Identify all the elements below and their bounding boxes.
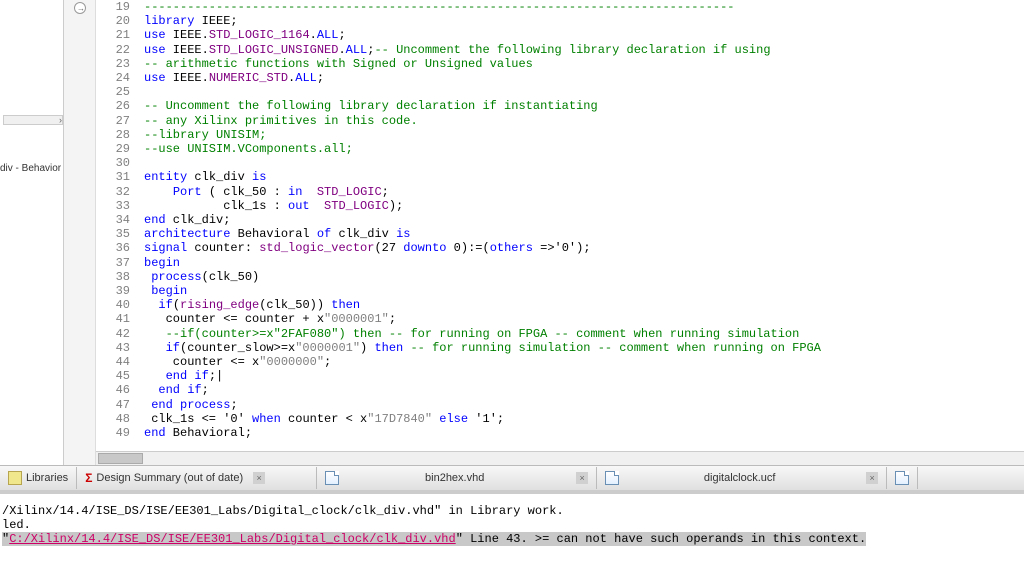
- scrollbar-thumb[interactable]: [98, 453, 143, 464]
- tab-design-summary[interactable]: Σ Design Summary (out of date) ×: [77, 467, 317, 489]
- document-tabs: Libraries Σ Design Summary (out of date)…: [0, 465, 1024, 490]
- panel-expand-button[interactable]: ›: [3, 115, 63, 125]
- tab-libraries[interactable]: Libraries: [0, 467, 77, 489]
- console-line: led.: [2, 518, 1022, 532]
- sigma-icon: Σ: [85, 471, 92, 485]
- document-icon: [895, 471, 909, 485]
- close-icon[interactable]: ×: [576, 472, 588, 484]
- code-editor[interactable]: → 19------------------------------------…: [64, 0, 1024, 465]
- console-error-line: "C:/Xilinx/14.4/ISE_DS/ISE/EE301_Labs/Di…: [2, 532, 1022, 546]
- tab-current-file[interactable]: [887, 467, 918, 489]
- tab-label: bin2hex.vhd: [343, 472, 566, 484]
- tab-label: Libraries: [26, 472, 68, 484]
- console-line: /Xilinx/14.4/ISE_DS/ISE/EE301_Labs/Digit…: [2, 504, 1022, 518]
- tab-bin2hex[interactable]: bin2hex.vhd ×: [317, 467, 597, 489]
- arrow-icon: →: [77, 4, 85, 13]
- editor-margin: →: [64, 0, 96, 465]
- error-file-link[interactable]: C:/Xilinx/14.4/ISE_DS/ISE/EE301_Labs/Dig…: [9, 532, 455, 546]
- document-icon: [605, 471, 619, 485]
- code-content[interactable]: 19--------------------------------------…: [96, 0, 1024, 440]
- document-icon: [325, 471, 339, 485]
- horizontal-scrollbar[interactable]: [96, 451, 1024, 465]
- tab-label: Design Summary (out of date): [96, 472, 243, 484]
- tab-digitalclock-ucf[interactable]: digitalclock.ucf ×: [597, 467, 887, 489]
- hierarchy-item-label[interactable]: div - Behavior: [0, 163, 61, 174]
- left-sidebar: › div - Behavior: [0, 0, 64, 500]
- close-icon[interactable]: ×: [866, 472, 878, 484]
- close-icon[interactable]: ×: [253, 472, 265, 484]
- console-output[interactable]: /Xilinx/14.4/ISE_DS/ISE/EE301_Labs/Digit…: [0, 490, 1024, 573]
- tab-label: digitalclock.ucf: [623, 472, 856, 484]
- library-icon: [8, 471, 22, 485]
